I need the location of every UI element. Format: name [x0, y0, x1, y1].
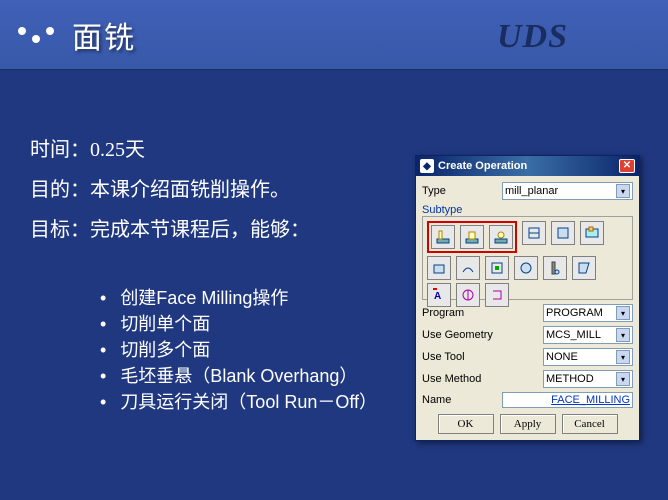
apply-button[interactable]: Apply: [500, 414, 556, 434]
content-block: 时间：0.25天 目的：本课介绍面铣削操作。 目标：完成本节课程后，能够：: [30, 130, 310, 250]
bullet-list: 创建Face Milling操作 切削单个面 切削多个面 毛坯垂悬（Blank …: [100, 285, 377, 415]
subtype-button[interactable]: [580, 221, 604, 245]
dialog-titlebar[interactable]: ◆ Create Operation ✕: [416, 156, 639, 176]
method-value: METHOD: [546, 373, 594, 385]
time-row: 时间：0.25天: [30, 130, 310, 170]
tool-value: NONE: [546, 351, 578, 363]
program-dropdown[interactable]: PROGRAM ▾: [543, 304, 633, 322]
list-item: 切削单个面: [100, 311, 377, 337]
type-value: mill_planar: [505, 185, 558, 197]
tool-dropdown[interactable]: NONE ▾: [543, 348, 633, 366]
tool-label: Use Tool: [422, 351, 502, 363]
subtype-button[interactable]: [460, 225, 484, 249]
goal-row: 目标：完成本节课程后，能够：: [30, 210, 310, 250]
app-icon: ◆: [420, 159, 434, 173]
close-icon[interactable]: ✕: [619, 159, 635, 173]
method-label: Use Method: [422, 373, 502, 385]
name-label: Name: [422, 394, 502, 406]
subtype-button[interactable]: [456, 256, 480, 280]
purpose-value: 本课介绍面铣削操作。: [90, 179, 290, 201]
create-operation-dialog: ◆ Create Operation ✕ Type mill_planar ▾ …: [415, 155, 640, 441]
slide-title: 面铣: [72, 13, 136, 57]
name-field[interactable]: FACE_MILLING: [502, 392, 633, 408]
subtype-button[interactable]: A: [427, 283, 451, 307]
chevron-down-icon[interactable]: ▾: [616, 184, 630, 198]
chevron-down-icon[interactable]: ▾: [616, 372, 630, 386]
subtype-button[interactable]: [572, 256, 596, 280]
chevron-down-icon[interactable]: ▾: [616, 328, 630, 342]
subtype-button[interactable]: [485, 283, 509, 307]
subtype-button[interactable]: [551, 221, 575, 245]
time-value: 0.25天: [90, 139, 145, 161]
subtype-button[interactable]: [427, 256, 451, 280]
geometry-dropdown[interactable]: MCS_MILL ▾: [543, 326, 633, 344]
program-value: PROGRAM: [546, 307, 603, 319]
geometry-value: MCS_MILL: [546, 329, 601, 341]
brand-logo: UDS: [497, 18, 568, 56]
method-dropdown[interactable]: METHOD ▾: [543, 370, 633, 388]
goal-label: 目标：: [30, 219, 90, 241]
subtype-button[interactable]: [543, 256, 567, 280]
decorative-dots: [18, 25, 58, 45]
list-item: 刀具运行关闭（Tool Run－Off）: [100, 389, 377, 415]
subtype-button[interactable]: [431, 225, 455, 249]
type-dropdown[interactable]: mill_planar ▾: [502, 182, 633, 200]
list-item: 毛坯垂悬（Blank Overhang）: [100, 363, 377, 389]
subtype-group: A: [422, 216, 633, 300]
dialog-title-text: Create Operation: [438, 160, 527, 172]
dialog-button-row: OK Apply Cancel: [422, 414, 633, 434]
chevron-down-icon[interactable]: ▾: [616, 306, 630, 320]
type-label: Type: [422, 185, 502, 197]
purpose-row: 目的：本课介绍面铣削操作。: [30, 170, 310, 210]
geometry-label: Use Geometry: [422, 329, 502, 341]
time-label: 时间：: [30, 139, 90, 161]
list-item: 创建Face Milling操作: [100, 285, 377, 311]
ok-button[interactable]: OK: [438, 414, 494, 434]
subtype-label: Subtype: [422, 204, 633, 216]
subtype-button[interactable]: [489, 225, 513, 249]
subtype-highlight: [427, 221, 517, 253]
cancel-button[interactable]: Cancel: [562, 414, 618, 434]
subtype-button[interactable]: [456, 283, 480, 307]
subtype-button[interactable]: [514, 256, 538, 280]
list-item: 切削多个面: [100, 337, 377, 363]
subtype-button[interactable]: [522, 221, 546, 245]
subtype-button[interactable]: [485, 256, 509, 280]
purpose-label: 目的：: [30, 179, 90, 201]
svg-text:A: A: [434, 291, 441, 302]
dialog-body: Type mill_planar ▾ Subtype: [416, 176, 639, 440]
chevron-down-icon[interactable]: ▾: [616, 350, 630, 364]
program-label: Program: [422, 307, 502, 319]
goal-value: 完成本节课程后，能够：: [90, 219, 310, 241]
slide-header: 面铣 UDS: [0, 0, 668, 70]
